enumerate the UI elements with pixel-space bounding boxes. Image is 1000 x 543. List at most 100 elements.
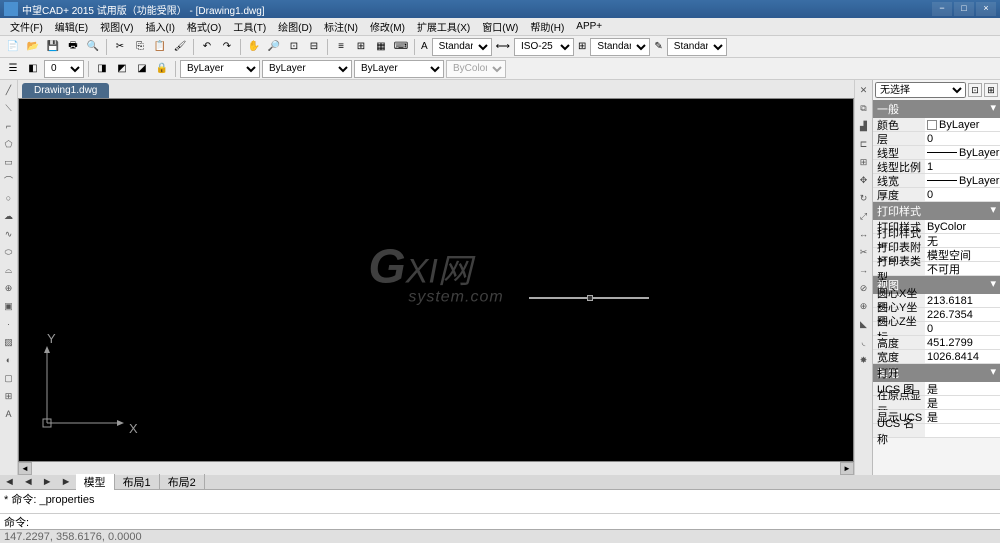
prop-row[interactable]: UCS 名称	[873, 424, 1000, 438]
table-icon[interactable]: ⊞	[1, 388, 17, 404]
ellipse-icon[interactable]: ⬭	[1, 244, 17, 260]
prop-row[interactable]: 颜色ByLayer	[873, 118, 1000, 132]
layeroff-icon[interactable]: ◩	[113, 60, 131, 78]
tab-layout2[interactable]: 布局2	[160, 474, 205, 490]
new-icon[interactable]: 📄	[4, 38, 22, 56]
rotate-icon[interactable]: ↻	[856, 190, 872, 206]
calc-icon[interactable]: ⌨	[392, 38, 410, 56]
arc-icon[interactable]: ⌒	[1, 172, 17, 188]
props-section-general[interactable]: 一般▾	[873, 100, 1000, 118]
insert-icon[interactable]: ⊕	[1, 280, 17, 296]
pline-icon[interactable]: ⌐	[1, 118, 17, 134]
scroll-right-icon[interactable]: ►	[840, 462, 854, 475]
matchprop-icon[interactable]: 🖌	[171, 38, 189, 56]
tab-model[interactable]: 模型	[76, 474, 115, 490]
point-icon[interactable]: ·	[1, 316, 17, 332]
copy-icon[interactable]: ⎘	[131, 38, 149, 56]
prop-value[interactable]: ByColor	[925, 220, 1000, 233]
toolpal-icon[interactable]: ▦	[372, 38, 390, 56]
ellipsearc-icon[interactable]: ⌓	[1, 262, 17, 278]
layerlock-icon[interactable]: 🔒	[153, 60, 171, 78]
prop-value[interactable]: 0	[925, 132, 1000, 145]
redo-icon[interactable]: ↷	[218, 38, 236, 56]
menu-ext[interactable]: 扩展工具(X)	[411, 19, 476, 34]
print-icon[interactable]: 🖶	[64, 38, 82, 56]
scroll-left-icon[interactable]: ◄	[18, 462, 32, 475]
minimize-button[interactable]: −	[932, 2, 952, 16]
menu-format[interactable]: 格式(O)	[181, 19, 227, 34]
preview-icon[interactable]: 🔍	[84, 38, 102, 56]
close-button[interactable]: ×	[976, 2, 996, 16]
fillet-icon[interactable]: ◟	[856, 334, 872, 350]
tab-layout1[interactable]: 布局1	[115, 474, 160, 490]
tab-nav-prev[interactable]: ◄	[19, 476, 38, 488]
layeriso-icon[interactable]: ◨	[93, 60, 111, 78]
pickadd-icon[interactable]: ⊞	[984, 83, 998, 97]
prop-value[interactable]: 是	[925, 410, 1000, 423]
grip-handle[interactable]	[587, 295, 593, 301]
prop-row[interactable]: 打印表类型不可用	[873, 262, 1000, 276]
prop-value[interactable]: 1	[925, 160, 1000, 173]
prop-value[interactable]: 不可用	[925, 262, 1000, 275]
move-icon[interactable]: ✥	[856, 172, 872, 188]
prop-value[interactable]: 0	[925, 322, 1000, 335]
hatch-icon[interactable]: ▨	[1, 334, 17, 350]
tab-nav-first[interactable]: ◄	[0, 476, 19, 488]
scale-icon[interactable]: ⤢	[856, 208, 872, 224]
pan-icon[interactable]: ✋	[245, 38, 263, 56]
join-icon[interactable]: ⊕	[856, 298, 872, 314]
stretch-icon[interactable]: ↔	[856, 226, 872, 242]
line-icon[interactable]: ╱	[1, 82, 17, 98]
block-icon[interactable]: ▣	[1, 298, 17, 314]
erase-icon[interactable]: ✕	[856, 82, 872, 98]
menu-help[interactable]: 帮助(H)	[524, 19, 570, 34]
array-icon[interactable]: ⊞	[856, 154, 872, 170]
prop-value[interactable]: 0	[925, 188, 1000, 201]
prop-value[interactable]: ByLayer	[925, 174, 1000, 187]
copy2-icon[interactable]: ⧉	[856, 100, 872, 116]
menu-insert[interactable]: 插入(I)	[139, 19, 180, 34]
mtext-icon[interactable]: A	[1, 406, 17, 422]
spline-icon[interactable]: ∿	[1, 226, 17, 242]
chamfer-icon[interactable]: ◣	[856, 316, 872, 332]
props-section-plotstyle[interactable]: 打印样式▾	[873, 202, 1000, 220]
paste-icon[interactable]: 📋	[151, 38, 169, 56]
revcloud-icon[interactable]: ☁	[1, 208, 17, 224]
tablestyle-dropdown[interactable]: Standard	[590, 38, 650, 56]
zoomprev-icon[interactable]: ⊟	[305, 38, 323, 56]
layerfrz-icon[interactable]: ◪	[133, 60, 151, 78]
color-dropdown[interactable]: ByLayer	[180, 60, 260, 78]
props-icon[interactable]: ≡	[332, 38, 350, 56]
linetype-dropdown[interactable]: ByLayer	[262, 60, 352, 78]
textstyle-dropdown[interactable]: Standard	[432, 38, 492, 56]
prop-row[interactable]: 厚度0	[873, 188, 1000, 202]
cut-icon[interactable]: ✂	[111, 38, 129, 56]
prop-value[interactable]: 是	[925, 382, 1000, 395]
menu-edit[interactable]: 编辑(E)	[49, 19, 94, 34]
menu-tools[interactable]: 工具(T)	[227, 19, 272, 34]
menu-file[interactable]: 文件(F)	[4, 19, 49, 34]
save-icon[interactable]: 💾	[44, 38, 62, 56]
quickselect-icon[interactable]: ⊡	[968, 83, 982, 97]
prop-value[interactable]: ByLayer	[925, 146, 1000, 159]
prop-value[interactable]: 226.7354	[925, 308, 1000, 321]
break-icon[interactable]: ⊘	[856, 280, 872, 296]
prop-value[interactable]: 模型空间	[925, 248, 1000, 261]
region-icon[interactable]: ▢	[1, 370, 17, 386]
command-input[interactable]	[29, 517, 996, 528]
explode-icon[interactable]: ✸	[856, 352, 872, 368]
prop-value[interactable]: 无	[925, 234, 1000, 247]
zoom-icon[interactable]: 🔎	[265, 38, 283, 56]
open-icon[interactable]: 📂	[24, 38, 42, 56]
maximize-button[interactable]: □	[954, 2, 974, 16]
trim-icon[interactable]: ✂	[856, 244, 872, 260]
plotstyle-dropdown[interactable]: ByColor	[446, 60, 506, 78]
menu-view[interactable]: 视图(V)	[94, 19, 139, 34]
circle-icon[interactable]: ○	[1, 190, 17, 206]
menu-dim[interactable]: 标注(N)	[318, 19, 364, 34]
polygon-icon[interactable]: ⬠	[1, 136, 17, 152]
extend-icon[interactable]: →	[856, 262, 872, 278]
prop-value[interactable]	[925, 424, 1000, 437]
selection-filter-dropdown[interactable]: 无选择	[875, 82, 966, 98]
rect-icon[interactable]: ▭	[1, 154, 17, 170]
